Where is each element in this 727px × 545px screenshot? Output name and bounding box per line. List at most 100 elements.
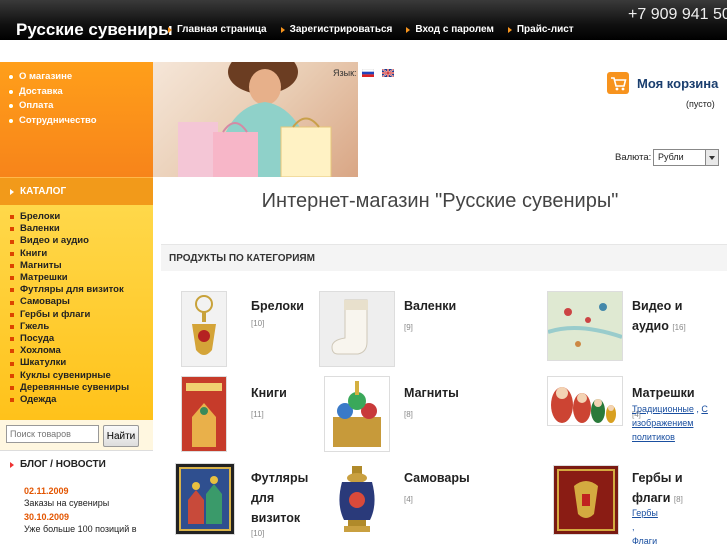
nav-login-link[interactable]: Вход с паролем	[406, 24, 494, 35]
blog-date: 02.11.2009	[24, 486, 69, 496]
category-count: [10]	[251, 319, 265, 328]
square-bullet-icon	[10, 263, 14, 268]
cart-icon[interactable]	[607, 72, 629, 94]
category-link[interactable]: Самовары [4]	[404, 468, 470, 510]
catalog-item[interactable]: Посуда	[10, 333, 153, 345]
samovar-image[interactable]	[331, 463, 383, 537]
russian-flag-icon[interactable]	[362, 69, 374, 77]
top-nav: Главная страница Зарегистрироваться Вход…	[168, 24, 574, 35]
info-item-cooperation[interactable]: Сотрудничество	[8, 114, 153, 129]
catalog-item[interactable]: Футляры для визиток	[10, 284, 153, 296]
category-count: [11]	[251, 410, 264, 419]
catalog-item[interactable]: Хохлома	[10, 345, 153, 357]
nav-home-link[interactable]: Главная страница	[168, 24, 267, 35]
catalog-item[interactable]: Шкатулки	[10, 357, 153, 369]
blog-list: 02.11.2009 Заказы на сувениры 30.10.2009…	[0, 478, 153, 534]
subcategory-link[interactable]: Традиционные	[632, 404, 694, 414]
nav-pricelist-link[interactable]: Прайс-лист	[507, 24, 574, 35]
catalog-item[interactable]: Магниты	[10, 260, 153, 272]
catalog-item[interactable]: Самовары	[10, 296, 153, 308]
square-bullet-icon	[10, 361, 14, 366]
magnet-image[interactable]	[324, 376, 390, 452]
info-menu: О магазине Доставка Оплата Сотрудничеств…	[0, 62, 153, 177]
cart-title-link[interactable]: Моя корзина	[637, 76, 718, 91]
info-item-delivery[interactable]: Доставка	[8, 85, 153, 100]
arrow-icon	[507, 26, 512, 33]
category-link[interactable]: Футляры для визиток	[251, 468, 321, 528]
catalog-item[interactable]: Гжель	[10, 321, 153, 333]
catalog-item[interactable]: Видео и аудио	[10, 235, 153, 247]
keychain-image[interactable]	[181, 291, 227, 367]
blog-post-link[interactable]: Уже больше 100 позиций в	[24, 524, 153, 534]
category-link[interactable]: Валенки [9]	[404, 296, 456, 338]
category-count: [8]	[673, 495, 683, 504]
blog-post-link[interactable]: Заказы на сувениры	[24, 498, 153, 508]
catalog-heading: КАТАЛОГ	[0, 177, 153, 205]
subcategory-links: Гербы , Флаги	[632, 508, 658, 545]
square-bullet-icon	[10, 398, 14, 403]
page-title: Интернет-магазин "Русские сувениры"	[261, 190, 619, 212]
square-bullet-icon	[10, 349, 14, 354]
nav-register-link[interactable]: Зарегистрироваться	[280, 24, 392, 35]
info-item-payment[interactable]: Оплата	[8, 99, 153, 114]
bullet-icon	[8, 74, 14, 81]
catalog-item[interactable]: Матрешки	[10, 272, 153, 284]
catalog-list: Брелоки Валенки Видео и аудио Книги Магн…	[0, 205, 153, 420]
category-count: [10]	[251, 529, 265, 538]
arrow-icon	[406, 26, 411, 33]
category-link[interactable]: Книги [11]	[251, 383, 287, 425]
shopping-woman-photo	[153, 62, 358, 177]
matryoshka-image[interactable]	[547, 376, 623, 426]
left-sidebar: О магазине Доставка Оплата Сотрудничеств…	[0, 62, 153, 545]
search-bar: Найти	[0, 420, 153, 450]
blog-heading: БЛОГ / НОВОСТИ	[0, 450, 153, 478]
search-button[interactable]: Найти	[103, 425, 139, 447]
catalog-item[interactable]: Гербы и флаги	[10, 309, 153, 321]
felt-boot-image[interactable]	[319, 291, 395, 367]
square-bullet-icon	[10, 300, 14, 305]
arrow-icon	[10, 188, 14, 195]
category-link[interactable]: Гербы и флаги [8]	[632, 468, 717, 510]
square-bullet-icon	[10, 288, 14, 293]
catalog-item[interactable]: Валенки	[10, 223, 153, 235]
bullet-icon	[8, 117, 14, 124]
currency-select[interactable]: Рубли	[653, 149, 719, 166]
bullet-icon	[8, 103, 14, 110]
arrow-icon	[10, 461, 14, 468]
subcategory-link[interactable]: Флаги	[632, 536, 657, 545]
map-image[interactable]	[547, 291, 623, 361]
catalog-item[interactable]: Книги	[10, 248, 153, 260]
bullet-icon	[8, 88, 14, 95]
section-heading: ПРОДУКТЫ ПО КАТЕГОРИЯМ	[161, 244, 727, 271]
card-case-image[interactable]	[175, 463, 235, 535]
cart-status: (пусто)	[686, 99, 715, 109]
subcategory-link[interactable]: Гербы	[632, 508, 658, 518]
catalog-item[interactable]: Деревянные сувениры	[10, 382, 153, 394]
category-link[interactable]: Видео и аудио [16]	[632, 296, 712, 338]
info-item-about[interactable]: О магазине	[8, 70, 153, 85]
phone-number: +7 909 941 50	[628, 6, 727, 23]
square-bullet-icon	[10, 337, 14, 342]
currency-label: Валюта:	[615, 152, 652, 163]
category-count: [9]	[404, 323, 413, 332]
coat-of-arms-image[interactable]	[553, 465, 619, 535]
arrow-icon	[168, 26, 172, 33]
site-title[interactable]: Русские сувениры	[16, 20, 173, 40]
uk-flag-icon[interactable]	[382, 69, 394, 77]
square-bullet-icon	[10, 312, 14, 317]
blog-date: 30.10.2009	[24, 512, 70, 522]
square-bullet-icon	[10, 251, 14, 256]
category-link[interactable]: Магниты [8]	[404, 383, 459, 425]
catalog-item[interactable]: Куклы сувенирные	[10, 370, 153, 382]
catalog-item[interactable]: Одежда	[10, 394, 153, 406]
square-bullet-icon	[10, 239, 14, 244]
category-count: [8]	[404, 410, 413, 419]
arrow-icon	[280, 26, 285, 33]
banner: Язык: Моя корзина (пусто) Валюта: Рубли	[153, 62, 727, 177]
book-image[interactable]	[181, 376, 227, 452]
square-bullet-icon	[10, 324, 14, 329]
square-bullet-icon	[10, 276, 14, 281]
search-input[interactable]	[6, 425, 99, 443]
dropdown-arrow-icon	[705, 150, 718, 165]
catalog-item[interactable]: Брелоки	[10, 211, 153, 223]
